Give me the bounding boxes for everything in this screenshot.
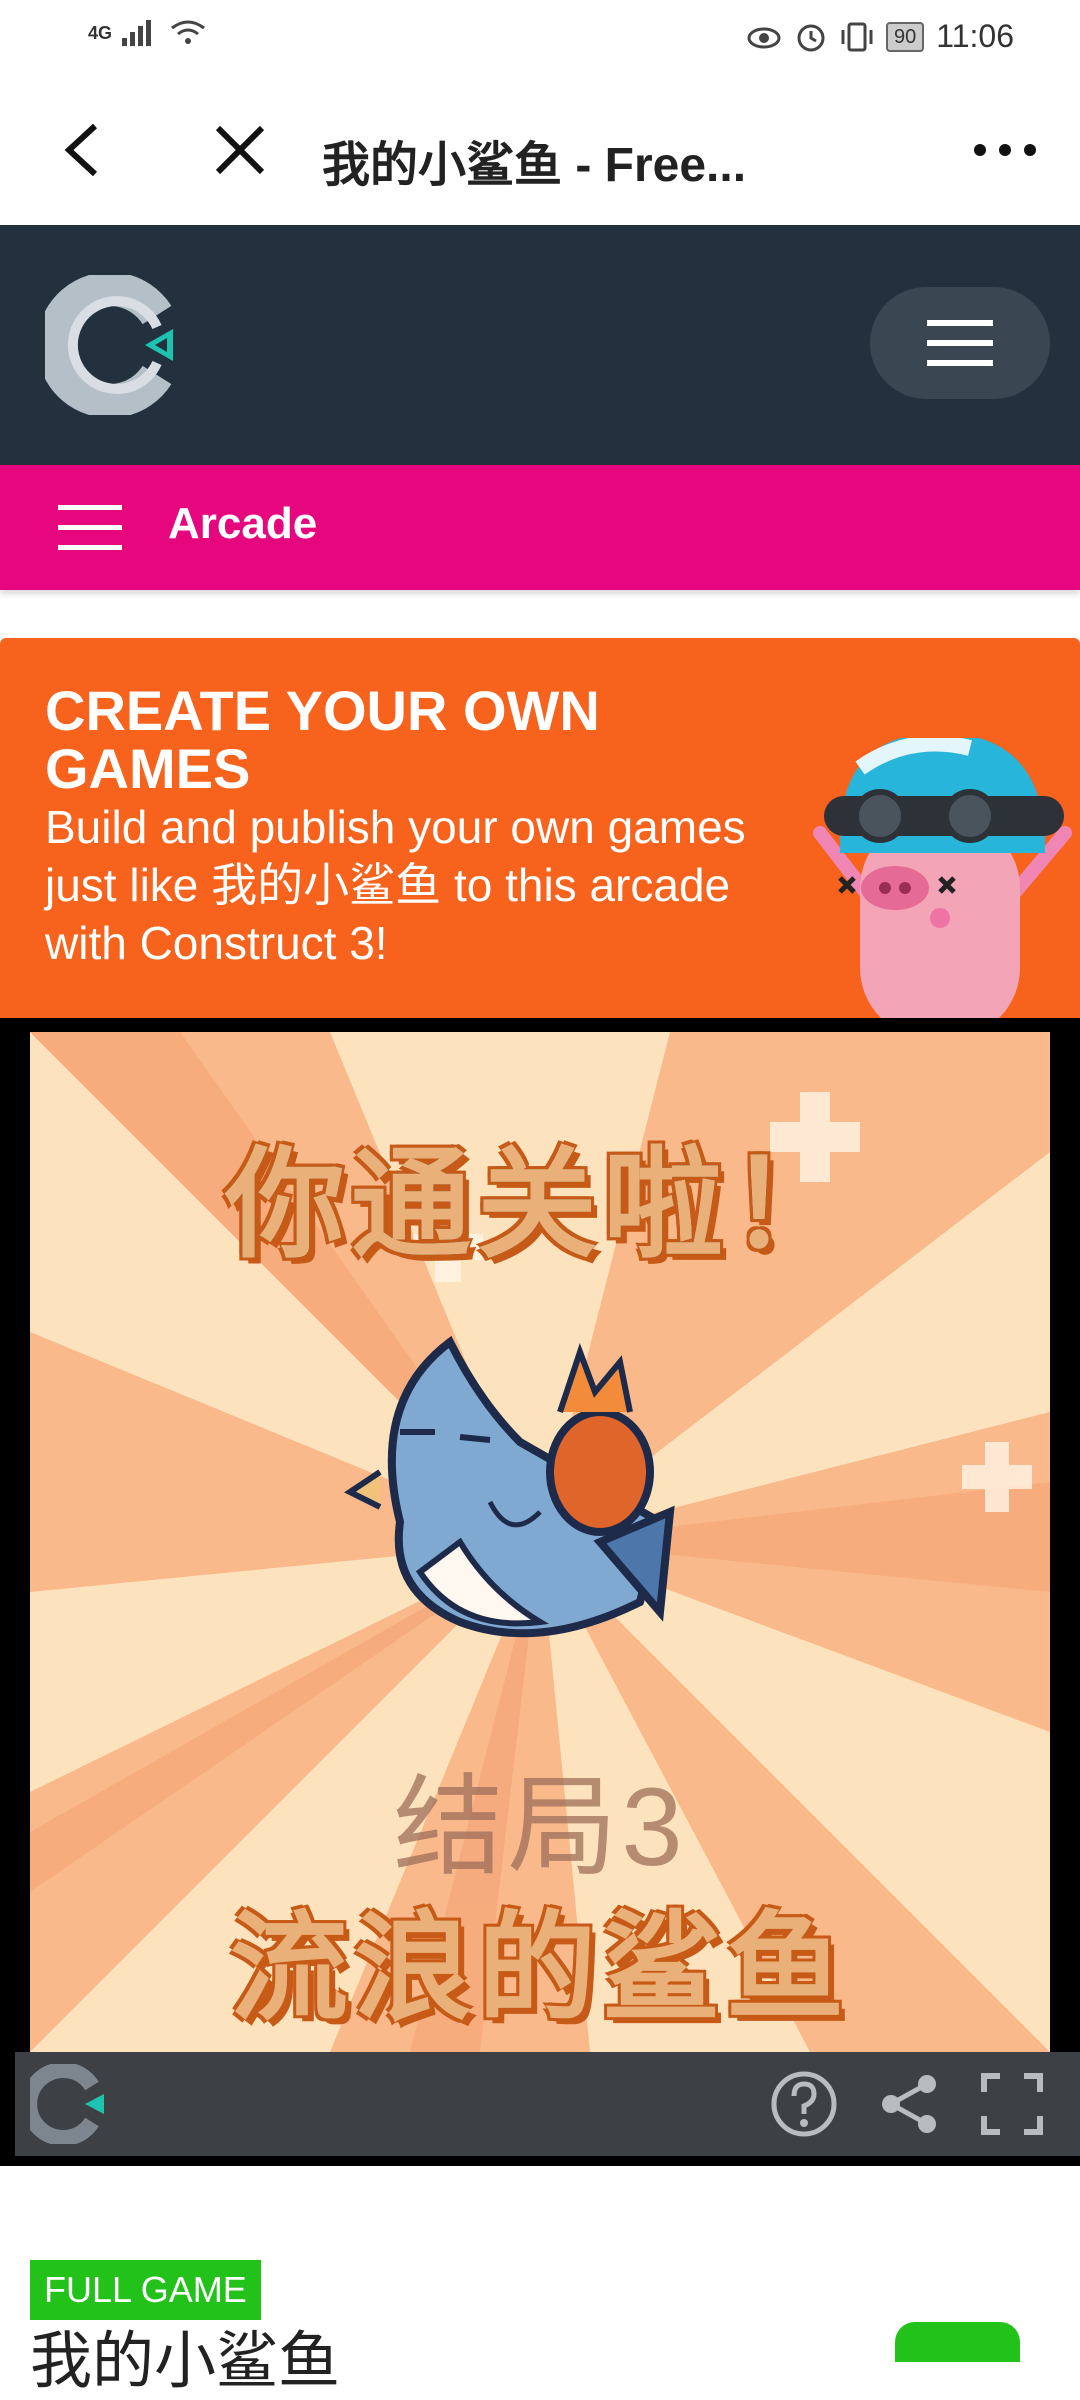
battery-indicator: 90 bbox=[886, 21, 925, 52]
status-left: 4G bbox=[88, 18, 208, 48]
promo-banner[interactable]: CREATE YOUR OWN GAMES Build and publish … bbox=[0, 638, 1080, 1018]
browser-toolbar: 我的小鲨鱼 - Free... bbox=[0, 80, 1080, 225]
category-nav[interactable]: Arcade bbox=[0, 465, 1080, 590]
category-label[interactable]: Arcade bbox=[168, 499, 317, 549]
close-icon[interactable] bbox=[210, 120, 270, 180]
help-icon[interactable] bbox=[770, 2070, 838, 2138]
construct-logo-icon[interactable] bbox=[45, 275, 185, 415]
shark-sprite bbox=[344, 1335, 675, 1638]
game-control-bar bbox=[15, 2052, 1080, 2156]
promo-title: CREATE YOUR OWN GAMES bbox=[45, 679, 600, 800]
clock: 11:06 bbox=[936, 18, 1014, 54]
ending-name-text: 流浪的鲨鱼 bbox=[229, 1903, 850, 2035]
game-clear-text: 你通关啦！ bbox=[225, 1138, 855, 1272]
signal-icon bbox=[122, 20, 152, 46]
construct-small-logo-icon[interactable] bbox=[30, 2064, 110, 2144]
hamburger-icon bbox=[927, 320, 993, 366]
more-options-icon[interactable] bbox=[970, 120, 1040, 180]
vibrate-icon bbox=[841, 22, 873, 51]
wifi-icon bbox=[171, 20, 205, 44]
pig-mascot-icon bbox=[813, 738, 1072, 1018]
fullscreen-icon[interactable] bbox=[980, 2072, 1044, 2136]
back-arrow-icon[interactable] bbox=[55, 120, 115, 180]
eye-icon bbox=[747, 27, 781, 48]
site-menu-button[interactable] bbox=[870, 287, 1050, 399]
promo-text: Build and publish your own games just li… bbox=[45, 801, 746, 969]
status-bar: 4G 90 11:06 bbox=[0, 0, 1080, 80]
category-menu-icon[interactable] bbox=[58, 503, 122, 553]
game-title: 我的小鲨鱼 bbox=[30, 2327, 341, 2396]
game-canvas[interactable]: 你通关啦！ 结局3 流浪的鲨鱼 bbox=[30, 1032, 1050, 2052]
status-right: 90 11:06 bbox=[746, 18, 1014, 55]
network-type: 4G bbox=[88, 22, 113, 43]
play-button[interactable] bbox=[895, 2322, 1020, 2362]
alarm-icon bbox=[797, 24, 825, 51]
page-title: 我的小鲨鱼 - Free... bbox=[322, 139, 747, 192]
site-header bbox=[0, 225, 1080, 465]
share-icon[interactable] bbox=[875, 2070, 943, 2138]
